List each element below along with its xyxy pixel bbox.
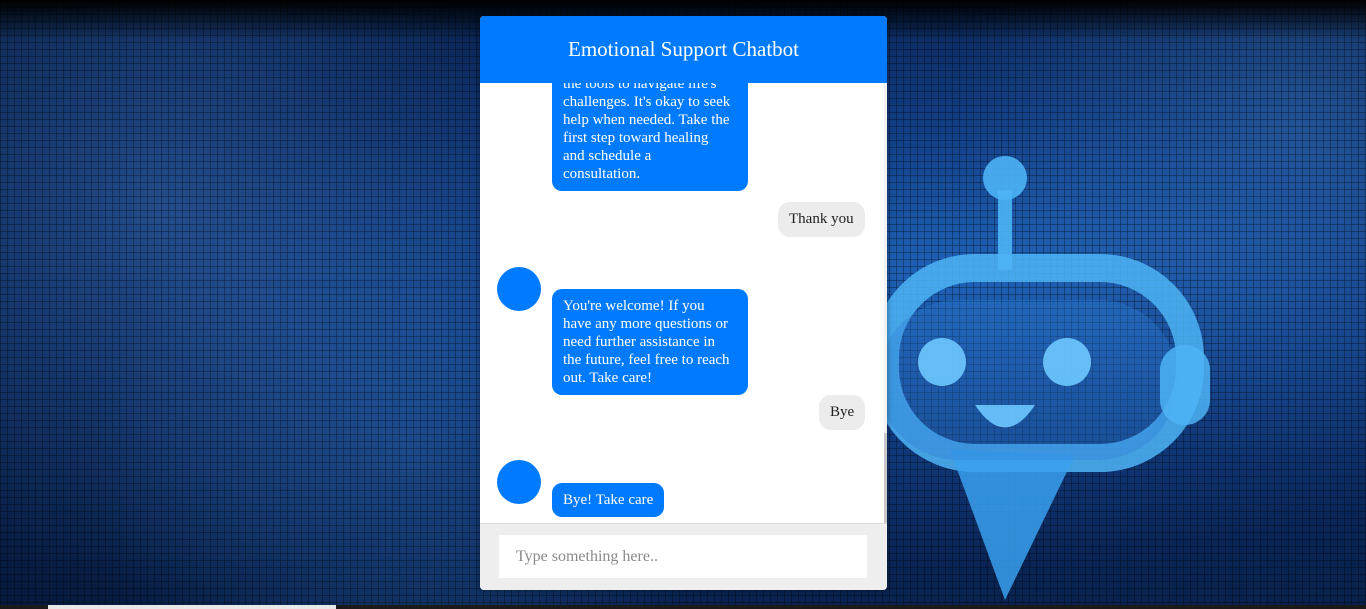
chat-window: Emotional Support Chatbot the tools to n… bbox=[480, 16, 887, 590]
message-scrollbar[interactable] bbox=[884, 83, 887, 523]
bot-message: Bye! Take care bbox=[552, 483, 665, 517]
message-line: the future, feel free to reach bbox=[563, 352, 730, 368]
taskbar-strip bbox=[0, 605, 1366, 609]
chat-header: Emotional Support Chatbot bbox=[480, 16, 887, 83]
message-line: out. Take care! bbox=[563, 370, 653, 386]
message-text: Bye! Take care bbox=[563, 492, 654, 508]
message-text: Thank you bbox=[789, 211, 854, 227]
chat-title: Emotional Support Chatbot bbox=[568, 37, 799, 61]
message-line: the tools to navigate life's bbox=[563, 83, 717, 92]
user-message: Bye bbox=[819, 395, 866, 430]
message-line: and schedule a bbox=[563, 148, 652, 164]
message-line: have any more questions or bbox=[563, 316, 728, 332]
bot-message: the tools to navigate life's challenges.… bbox=[552, 83, 748, 191]
message-line: need further assistance in bbox=[563, 334, 716, 350]
bot-avatar bbox=[497, 460, 541, 504]
message-input[interactable] bbox=[499, 535, 867, 578]
bot-message: You're welcome! If you have any more que… bbox=[552, 289, 748, 395]
robot-icon bbox=[871, 156, 1210, 600]
message-line: consultation. bbox=[563, 166, 641, 182]
message-line: first step toward healing bbox=[563, 130, 709, 146]
bot-avatar bbox=[497, 267, 541, 311]
message-list[interactable]: the tools to navigate life's challenges.… bbox=[480, 83, 887, 523]
user-message: Thank you bbox=[778, 202, 865, 237]
scrollbar-thumb[interactable] bbox=[884, 433, 887, 523]
message-line: challenges. It's okay to seek bbox=[563, 94, 731, 110]
robot-illustration bbox=[860, 150, 1240, 605]
message-line: You're welcome! If you bbox=[563, 298, 705, 314]
message-line: help when needed. Take the bbox=[563, 112, 730, 128]
message-text: Bye bbox=[830, 404, 855, 420]
input-area bbox=[480, 523, 887, 590]
